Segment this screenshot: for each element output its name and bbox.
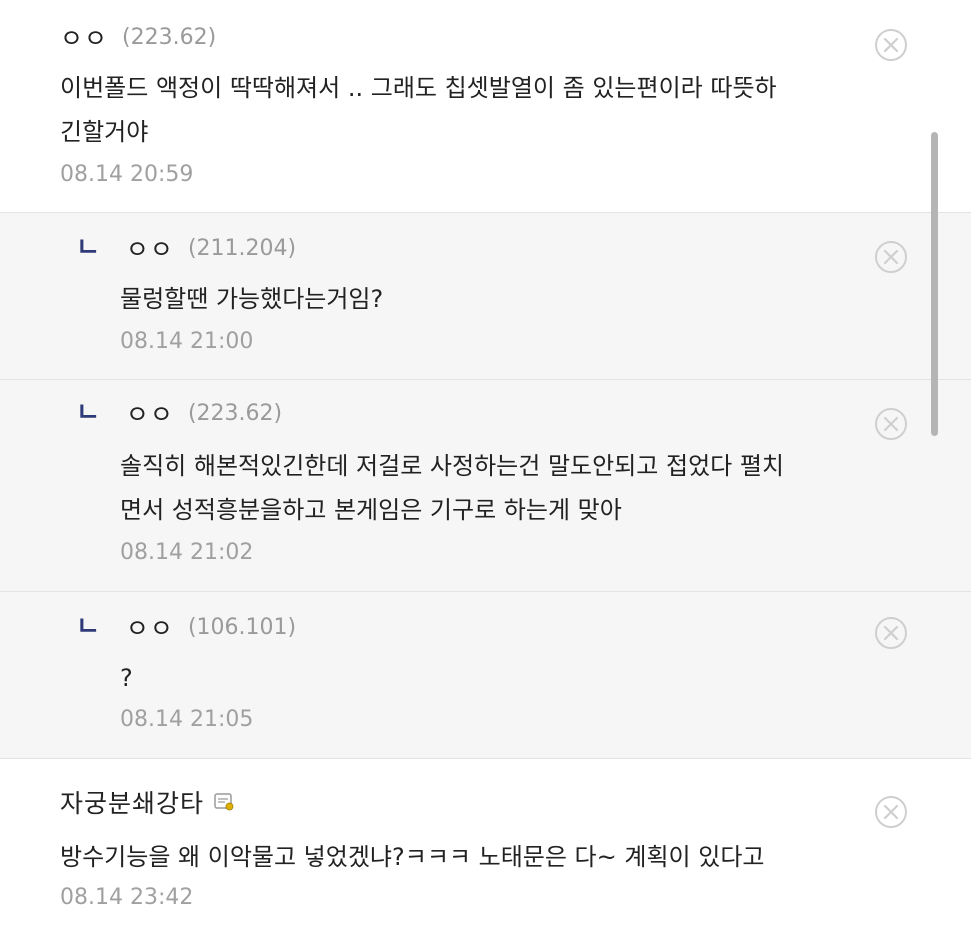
- comment-meta: 자궁분쇄강타: [60, 784, 248, 820]
- comment-timestamp: 08.14 21:02: [120, 540, 254, 565]
- comment-text: 방수기능을 왜 이악물고 넣었겠냐?ㅋㅋㅋ 노태문은 다~ 계획이 있다고: [60, 843, 765, 871]
- delete-comment-button[interactable]: [874, 28, 908, 62]
- delete-comment-button[interactable]: [874, 795, 908, 829]
- comment-ip: (211.204): [187, 235, 297, 261]
- comment-timestamp: 08.14 23:42: [60, 885, 194, 910]
- comment-timestamp: 08.14 20:59: [60, 162, 194, 187]
- comment-ip: (223.62): [122, 24, 217, 50]
- comment-text: ?: [120, 664, 133, 692]
- reply-item: ㄴ ㅇㅇ (106.101) ? 08.14 21:05: [0, 592, 971, 759]
- reply-indicator-icon: ㄴ: [76, 398, 100, 428]
- comment-nickname[interactable]: ㅇㅇ: [60, 19, 108, 55]
- reply-indicator-icon: ㄴ: [76, 233, 100, 263]
- comment-meta: ㄴ ㅇㅇ (223.62): [76, 395, 283, 431]
- circle-x-icon: [875, 617, 907, 649]
- comment-nickname[interactable]: ㅇㅇ: [126, 609, 174, 645]
- reply-indicator-icon: ㄴ: [76, 612, 100, 642]
- comment-text: 솔직히 해본적있긴한데 저걸로 사정하는건 말도안되고 접었다 펼치 면서 성적…: [120, 452, 785, 524]
- circle-x-icon: [875, 241, 907, 273]
- delete-comment-button[interactable]: [874, 240, 908, 274]
- fixed-nick-icon: [214, 793, 234, 811]
- reply-item: ㄴ ㅇㅇ (211.204) 물렁할땐 가능했다는거임? 08.14 21:00: [0, 213, 971, 380]
- comment-text: 물렁할땐 가능했다는거임?: [120, 285, 384, 313]
- comment-meta: ㅇㅇ (223.62): [60, 19, 217, 55]
- comment-ip: (223.62): [187, 400, 283, 426]
- comment-timestamp: 08.14 21:05: [120, 707, 254, 732]
- comment-meta: ㄴ ㅇㅇ (211.204): [76, 230, 297, 266]
- comment-nickname[interactable]: ㅇㅇ: [126, 395, 174, 431]
- comment-list: ㅇㅇ (223.62) 이번폴드 액정이 딱딱해져서 .. 그래도 칩셋발열이 …: [0, 0, 971, 929]
- reply-item: ㄴ ㅇㅇ (223.62) 솔직히 해본적있긴한데 저걸로 사정하는건 말도안되…: [0, 380, 971, 592]
- comment-meta: ㄴ ㅇㅇ (106.101): [76, 609, 297, 645]
- delete-comment-button[interactable]: [874, 616, 908, 650]
- comment-item: ㅇㅇ (223.62) 이번폴드 액정이 딱딱해져서 .. 그래도 칩셋발열이 …: [0, 0, 971, 213]
- circle-x-icon: [875, 408, 907, 440]
- scrollbar-thumb[interactable]: [931, 132, 938, 436]
- delete-comment-button[interactable]: [874, 407, 908, 441]
- comment-nickname[interactable]: ㅇㅇ: [126, 230, 174, 266]
- comment-timestamp: 08.14 21:00: [120, 329, 254, 354]
- circle-x-icon: [875, 29, 907, 61]
- comment-nickname[interactable]: 자궁분쇄강타: [60, 784, 204, 820]
- comment-text: 이번폴드 액정이 딱딱해져서 .. 그래도 칩셋발열이 좀 있는편이라 따뜻하 …: [60, 74, 777, 146]
- circle-x-icon: [875, 796, 907, 828]
- comment-item: 자궁분쇄강타 방수기능을 왜 이악물고 넣었겠냐?ㅋㅋㅋ 노태문은 다~ 계획이…: [0, 759, 971, 929]
- comment-ip: (106.101): [187, 614, 297, 640]
